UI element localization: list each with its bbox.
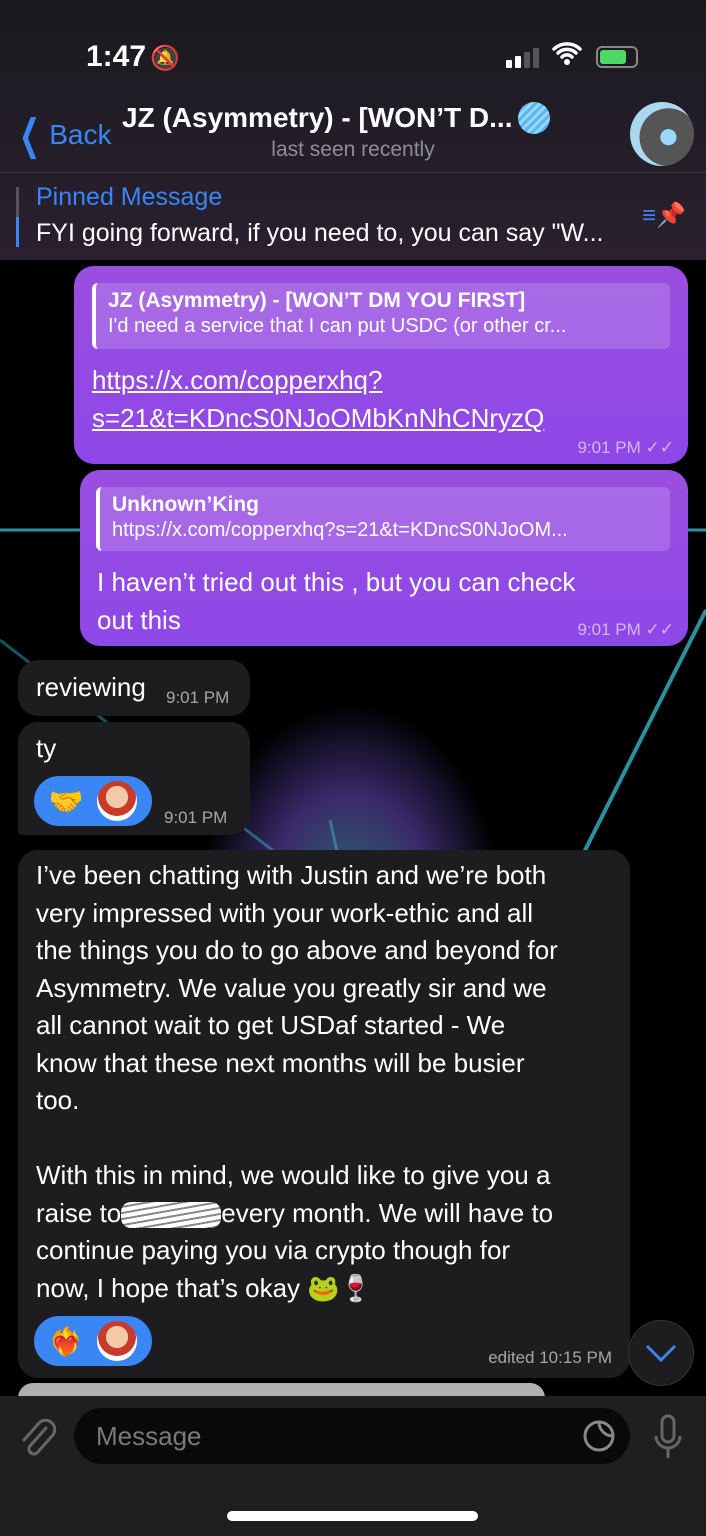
reactions[interactable]: 🤝 — [34, 776, 152, 826]
reply-preview[interactable]: Unknown’King https://x.com/copperxhq?s=2… — [96, 487, 670, 551]
double-check-icon: ✓✓ — [645, 620, 675, 639]
message-incoming[interactable]: ty 🤝 9:01 PM — [18, 722, 250, 835]
reactor-avatar — [97, 1321, 138, 1361]
wifi-icon — [552, 40, 582, 73]
message-text: I’ve been chatting with Justin and we’re… — [36, 860, 558, 1303]
double-check-icon: ✓✓ — [645, 438, 675, 457]
message-text: reviewing — [36, 672, 146, 702]
last-seen: last seen recently — [271, 138, 435, 161]
reply-preview[interactable]: JZ (Asymmetry) - [WON’T DM YOU FIRST] I'… — [92, 283, 670, 349]
contact-avatar[interactable] — [630, 102, 694, 166]
message-time: edited 10:15 PM — [488, 1348, 612, 1367]
message-time: 9:01 PM ✓✓ — [577, 438, 675, 457]
message-outgoing[interactable]: Unknown’King https://x.com/copperxhq?s=2… — [80, 470, 688, 646]
message-time: 9:01 PM — [164, 808, 228, 827]
pin-list-icon[interactable]: ≡📌 — [642, 201, 686, 230]
paperclip-icon[interactable] — [18, 1416, 58, 1460]
battery-charging-icon — [596, 46, 638, 68]
message-time: 9:01 PM — [166, 688, 230, 707]
chat-title[interactable]: JZ (Asymmetry) - [WON’T D... — [122, 102, 551, 134]
input-bar: Message — [0, 1396, 706, 1536]
chevron-down-icon — [645, 1344, 677, 1363]
microphone-icon[interactable] — [652, 1414, 684, 1460]
status-time: 1:47 — [86, 40, 147, 73]
signal-icon — [506, 48, 539, 68]
pinned-message-bar[interactable]: Pinned Message FYI going forward, if you… — [0, 172, 706, 260]
message-incoming[interactable]: I’ve been chatting with Justin and we’re… — [18, 850, 630, 1378]
scroll-down-button[interactable] — [628, 1320, 694, 1386]
message-link[interactable]: https://x.com/copperxhq? s=21&t=KDncS0NJo… — [92, 362, 544, 437]
redacted-scribble — [121, 1201, 222, 1228]
reactor-avatar — [97, 781, 138, 821]
message-text: I haven’t tried out this , but you can c… — [97, 567, 576, 635]
message-incoming[interactable]: reviewing 9:01 PM — [18, 660, 250, 716]
heart-on-fire-reaction[interactable]: ❤️‍🔥 — [49, 1325, 84, 1358]
message-input[interactable]: Message — [74, 1408, 630, 1464]
emoji-status-icon — [518, 102, 551, 134]
message-outgoing[interactable]: JZ (Asymmetry) - [WON’T DM YOU FIRST] I'… — [74, 266, 688, 464]
pinned-text: FYI going forward, if you need to, you c… — [36, 219, 604, 247]
handshake-reaction[interactable]: 🤝 — [49, 785, 84, 818]
home-indicator — [227, 1511, 478, 1521]
reactions[interactable]: ❤️‍🔥 — [34, 1316, 152, 1366]
message-time: 9:01 PM ✓✓ — [577, 620, 675, 639]
sticker-icon[interactable] — [582, 1419, 616, 1453]
pinned-label: Pinned Message — [36, 183, 223, 211]
message-text: ty — [36, 733, 57, 763]
bell-slash-icon: 🔕 — [150, 45, 180, 72]
